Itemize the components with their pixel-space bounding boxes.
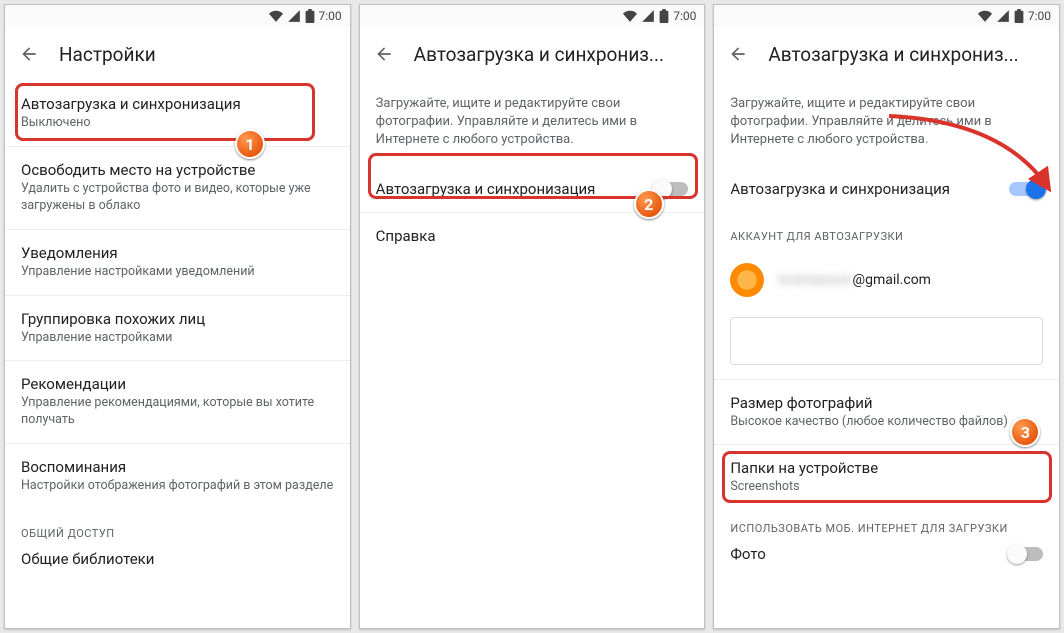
row-notifications[interactable]: Уведомления Управление настройками уведо… <box>5 229 350 295</box>
row-face-grouping[interactable]: Группировка похожих лиц Управление настр… <box>5 295 350 361</box>
backup-content: Загружайте, ищите и редактируйте свои фо… <box>714 81 1059 628</box>
section-account: АККАУНТ ДЛЯ АВТОЗАГРУЗКИ <box>714 212 1059 249</box>
row-subtitle: Выключено <box>21 115 334 132</box>
backup-description: Загружайте, ищите и редактируйте свои фо… <box>714 81 1059 166</box>
row-title: Освободить место на устройстве <box>21 161 334 179</box>
row-subtitle: Высокое качество (любое количество файло… <box>730 414 1043 431</box>
page-title: Автозагрузка и синхрониз... <box>768 43 1018 66</box>
battery-icon <box>305 9 315 23</box>
row-subtitle: Управление настройками <box>21 330 334 347</box>
backup-toggle[interactable] <box>654 182 688 196</box>
page-title: Автозагрузка и синхрониз... <box>414 43 664 66</box>
screen-backup-on: 7:00 Автозагрузка и синхрониз... Загружа… <box>713 4 1060 629</box>
row-shared-libraries[interactable]: Общие библиотеки <box>5 546 350 582</box>
screen-backup-off: 7:00 Автозагрузка и синхрониз... Загружа… <box>359 4 706 629</box>
toggle-label: Автозагрузка и синхронизация <box>376 180 596 198</box>
row-backup-toggle[interactable]: Автозагрузка и синхронизация <box>714 166 1059 212</box>
row-free-space[interactable]: Освободить место на устройстве Удалить с… <box>5 146 350 229</box>
arrow-back-icon <box>19 44 39 64</box>
app-bar: Настройки <box>5 27 350 81</box>
row-suggestions[interactable]: Рекомендации Управление рекомендациями, … <box>5 360 350 443</box>
row-title: Общие библиотеки <box>21 550 334 568</box>
clock: 7:00 <box>1028 9 1051 23</box>
row-subtitle: Настройки отображения фотографий в этом … <box>21 478 334 495</box>
row-title: Воспоминания <box>21 458 334 476</box>
wifi-icon <box>269 9 283 23</box>
section-mobile-data: ИСПОЛЬЗОВАТЬ МОБ. ИНТЕРНЕТ ДЛЯ ЗАГРУЗКИ <box>714 510 1059 541</box>
signal-icon <box>641 9 655 23</box>
page-title: Настройки <box>59 43 156 66</box>
row-upload-size[interactable]: Размер фотографий Высокое качество (любо… <box>714 379 1059 445</box>
backup-content: Загружайте, ищите и редактируйте свои фо… <box>360 81 705 628</box>
clock: 7:00 <box>673 9 696 23</box>
settings-list: Автозагрузка и синхронизация Выключено О… <box>5 81 350 628</box>
status-bar: 7:00 <box>714 5 1059 27</box>
account-avatar <box>730 263 764 297</box>
row-subtitle: Screenshots <box>730 479 1043 496</box>
row-title: Папки на устройстве <box>730 459 1043 477</box>
row-memories[interactable]: Воспоминания Настройки отображения фотог… <box>5 443 350 509</box>
row-title: Группировка похожих лиц <box>21 310 334 328</box>
arrow-back-icon <box>374 44 394 64</box>
row-title: Автозагрузка и синхронизация <box>21 95 334 113</box>
toggle-label: Автозагрузка и синхронизация <box>730 180 950 198</box>
row-help[interactable]: Справка <box>360 212 705 259</box>
row-device-folders[interactable]: Папки на устройстве Screenshots <box>714 444 1059 510</box>
row-title: Размер фотографий <box>730 394 1043 412</box>
row-subtitle: Управление настройками уведомлений <box>21 264 334 281</box>
battery-icon <box>659 9 669 23</box>
app-bar: Автозагрузка и синхрониз... <box>714 27 1059 81</box>
account-info-card[interactable] <box>730 317 1043 365</box>
signal-icon <box>996 9 1010 23</box>
back-button[interactable] <box>19 44 39 64</box>
row-title: Рекомендации <box>21 375 334 393</box>
app-bar: Автозагрузка и синхрониз... <box>360 27 705 81</box>
row-backup-toggle[interactable]: Автозагрузка и синхронизация <box>360 166 705 212</box>
back-button[interactable] <box>728 44 748 64</box>
signal-icon <box>287 9 301 23</box>
row-title: Уведомления <box>21 244 334 262</box>
status-bar: 7:00 <box>360 5 705 27</box>
row-title: Справка <box>376 227 689 245</box>
backup-toggle[interactable] <box>1009 182 1043 196</box>
row-photo-cellular[interactable]: Фото <box>714 541 1059 577</box>
row-backup-sync[interactable]: Автозагрузка и синхронизация Выключено <box>5 81 350 146</box>
clock: 7:00 <box>319 9 342 23</box>
backup-description: Загружайте, ищите и редактируйте свои фо… <box>360 81 705 166</box>
photo-cellular-toggle[interactable] <box>1009 547 1043 561</box>
wifi-icon <box>623 9 637 23</box>
row-subtitle: Удалить с устройства фото и видео, котор… <box>21 181 334 215</box>
row-account[interactable]: loremipsum@gmail.com <box>714 249 1059 311</box>
arrow-back-icon <box>728 44 748 64</box>
battery-icon <box>1014 9 1024 23</box>
screen-settings: 7:00 Настройки Автозагрузка и синхрониза… <box>4 4 351 629</box>
wifi-icon <box>978 9 992 23</box>
status-bar: 7:00 <box>5 5 350 27</box>
back-button[interactable] <box>374 44 394 64</box>
row-subtitle: Управление рекомендациями, которые вы хо… <box>21 395 334 429</box>
toggle-label: Фото <box>730 545 765 563</box>
account-email: loremipsum@gmail.com <box>778 272 931 288</box>
section-sharing: ОБЩИЙ ДОСТУП <box>5 509 350 546</box>
